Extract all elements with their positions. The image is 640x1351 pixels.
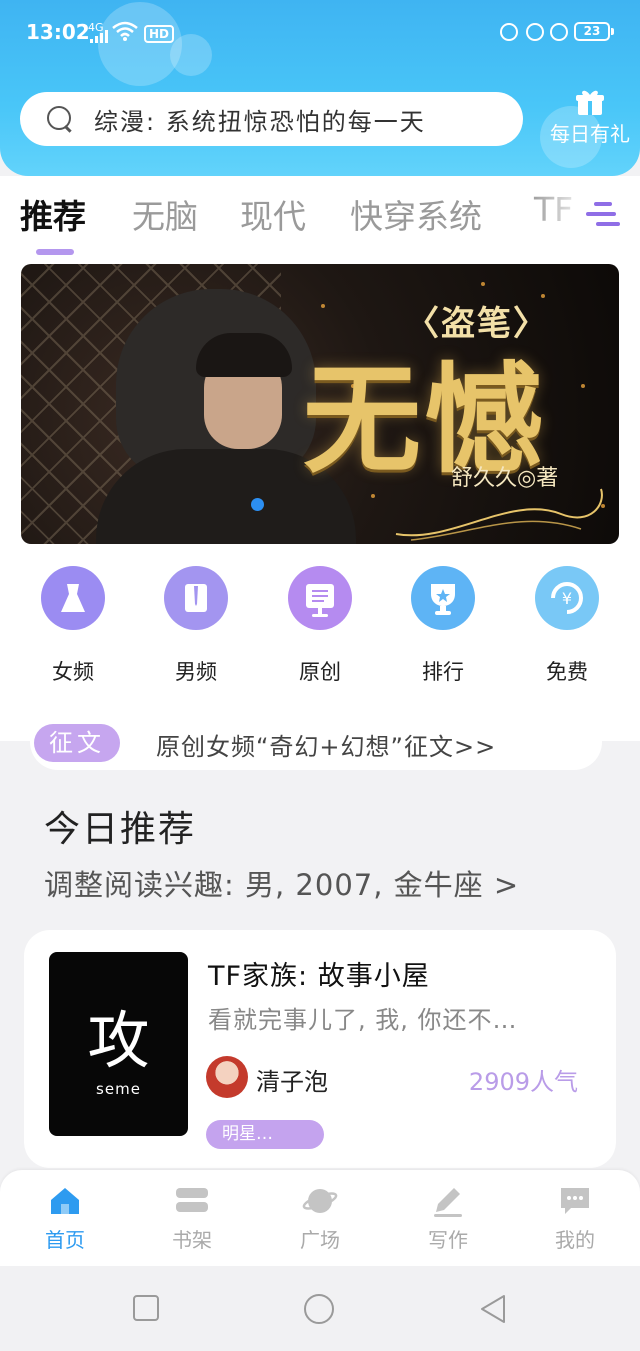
tab-modern[interactable]: 现代 <box>240 190 306 238</box>
header: 13:02 4G HD 23 综漫: 系统扭惊恐怕的每一天 每日有礼 <box>0 0 640 176</box>
yuan-icon: ¥ <box>535 566 599 630</box>
category-female[interactable]: 女频 <box>23 566 123 686</box>
gift-icon <box>576 90 604 115</box>
bottom-nav: 首页 书架 广场 写作 我的 <box>0 1170 640 1266</box>
pen-icon <box>434 1188 462 1217</box>
trophy-icon <box>411 566 475 630</box>
nav-me[interactable]: 我的 <box>530 1184 620 1253</box>
dress-icon <box>41 566 105 630</box>
category-ranking[interactable]: 排行 <box>393 566 493 686</box>
wifi-icon <box>112 21 138 41</box>
author-avatar <box>206 1056 248 1098</box>
book-card[interactable]: 攻 seme TF家族: 故事小屋 看就完事儿了, 我, 你还不… 清子泡 29… <box>24 930 616 1168</box>
battery-indicator: 23 <box>574 22 614 41</box>
system-navigation-bar <box>0 1266 640 1351</box>
nav-square[interactable]: 广场 <box>275 1184 365 1253</box>
tab-recommend[interactable]: 推荐 <box>20 190 86 238</box>
author-name: 清子泡 <box>256 1068 328 1096</box>
svg-text:¥: ¥ <box>562 589 572 608</box>
active-tab-indicator <box>36 249 74 255</box>
daily-gift-label: 每日有礼 <box>550 122 630 146</box>
signal-icon <box>90 30 108 43</box>
search-icon <box>46 105 74 133</box>
book-cover: 攻 seme <box>49 952 188 1136</box>
tab-menu-icon[interactable] <box>586 200 620 230</box>
tab-mindless[interactable]: 无脑 <box>132 190 198 238</box>
lock-rotation-icon <box>526 23 544 41</box>
book-description: 看就完事儿了, 我, 你还不… <box>208 1006 518 1034</box>
planet-icon <box>302 1189 338 1213</box>
recent-apps-button[interactable] <box>132 1294 160 1322</box>
home-icon <box>51 1188 79 1214</box>
banner[interactable]: 〈盗笔〉 无憾 舒久久◎著 <box>21 264 619 544</box>
status-bar: 13:02 4G HD 23 <box>0 16 640 50</box>
banner-page-indicator <box>251 498 264 511</box>
nav-write[interactable]: 写作 <box>403 1184 493 1253</box>
book-title: TF家族: 故事小屋 <box>208 961 430 992</box>
data-saver-icon <box>500 23 518 41</box>
banner-swirl-decoration <box>395 488 603 541</box>
back-button[interactable] <box>478 1294 508 1326</box>
contest-badge: 征文 <box>34 724 120 762</box>
book-icon <box>288 566 352 630</box>
chat-icon <box>561 1188 589 1214</box>
hd-badge: HD <box>144 25 175 43</box>
status-time: 13:02 <box>26 20 90 44</box>
search-bar[interactable]: 综漫: 系统扭惊恐怕的每一天 <box>20 92 523 146</box>
section-title: 今日推荐 <box>44 809 197 850</box>
category-male[interactable]: 男频 <box>146 566 246 686</box>
genre-tag: 明星… <box>206 1120 324 1149</box>
contest-text: 原创女频“奇幻+幻想”征文>> <box>156 733 497 761</box>
nav-home[interactable]: 首页 <box>20 1184 110 1253</box>
contest-banner[interactable]: 征文 原创女频“奇幻+幻想”征文>> <box>30 712 602 770</box>
bookshelf-icon <box>176 1188 208 1212</box>
category-tabs: 推荐 无脑 现代 快穿系统 TF <box>0 176 640 256</box>
popularity-count: 2909人气 <box>468 1068 578 1096</box>
nav-bookshelf[interactable]: 书架 <box>147 1184 237 1253</box>
home-button[interactable] <box>302 1294 336 1328</box>
tab-quick-travel[interactable]: 快穿系统 <box>350 190 482 238</box>
category-free[interactable]: ¥ 免费 <box>517 566 617 686</box>
shirt-icon <box>164 566 228 630</box>
reading-interest-link[interactable]: 调整阅读兴趣: 男, 2007, 金牛座 > <box>44 862 519 904</box>
search-placeholder: 综漫: 系统扭惊恐怕的每一天 <box>94 107 426 136</box>
category-original[interactable]: 原创 <box>270 566 370 686</box>
alarm-icon <box>550 23 568 41</box>
daily-gift-button[interactable]: 每日有礼 <box>541 88 639 154</box>
